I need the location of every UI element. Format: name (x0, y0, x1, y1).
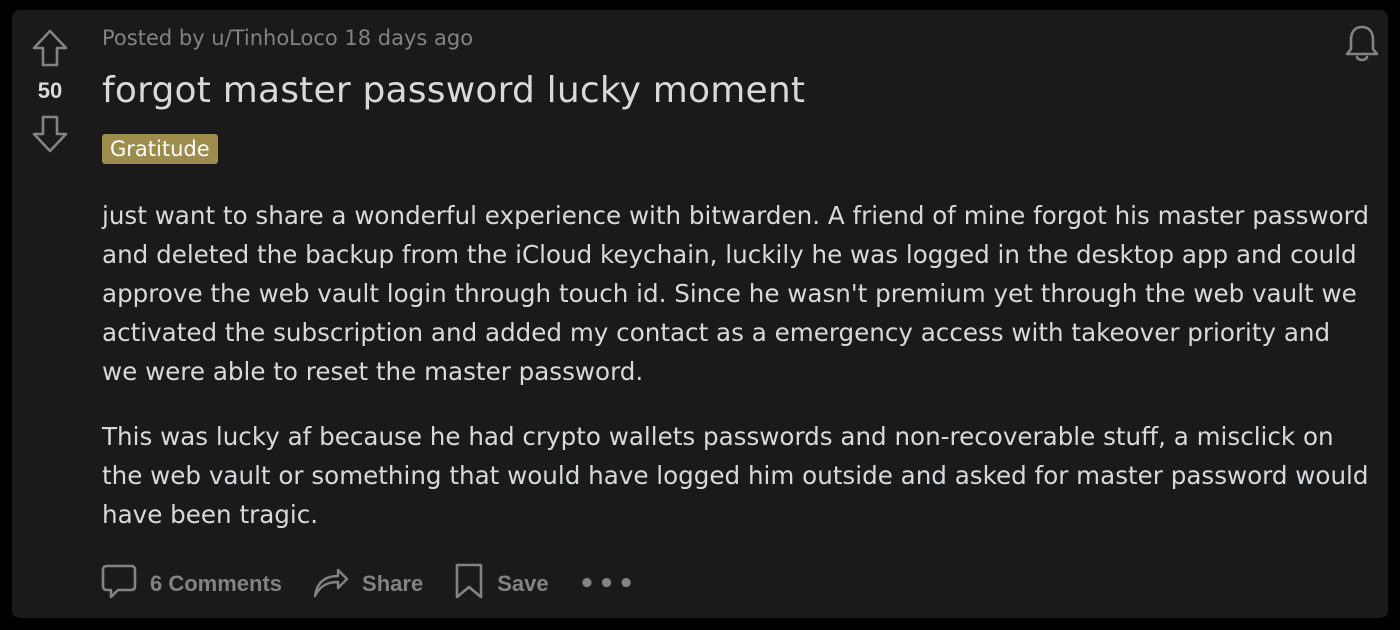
upvote-arrow-icon[interactable] (31, 28, 69, 68)
body-paragraph: This was lucky af because he had crypto … (102, 422, 1369, 529)
post-title[interactable]: forgot master password lucky moment (102, 70, 805, 111)
bell-icon[interactable] (1342, 22, 1382, 68)
post-card: 50 Posted by u/TinhoLoco 18 days ago for… (12, 10, 1388, 618)
body-paragraph: just want to share a wonderful experienc… (102, 201, 1369, 386)
comment-bubble-icon (100, 562, 138, 606)
share-arrow-icon (312, 562, 350, 606)
post-body: just want to share a wonderful experienc… (102, 196, 1372, 560)
more-options-button[interactable]: ••• (579, 569, 638, 599)
save-button[interactable]: Save (453, 562, 549, 606)
post-actions: 6 Comments Share Save ••• (100, 562, 637, 606)
bookmark-icon (453, 562, 485, 606)
downvote-arrow-icon[interactable] (31, 114, 69, 154)
post-meta[interactable]: Posted by u/TinhoLoco 18 days ago (102, 26, 473, 50)
comments-button[interactable]: 6 Comments (100, 562, 282, 606)
vote-score: 50 (37, 78, 63, 103)
save-label: Save (497, 571, 549, 596)
vote-column: 50 (28, 28, 72, 154)
share-label: Share (362, 571, 424, 596)
share-button[interactable]: Share (312, 562, 423, 606)
flair-badge[interactable]: Gratitude (102, 134, 218, 164)
comments-label: 6 Comments (150, 571, 283, 596)
